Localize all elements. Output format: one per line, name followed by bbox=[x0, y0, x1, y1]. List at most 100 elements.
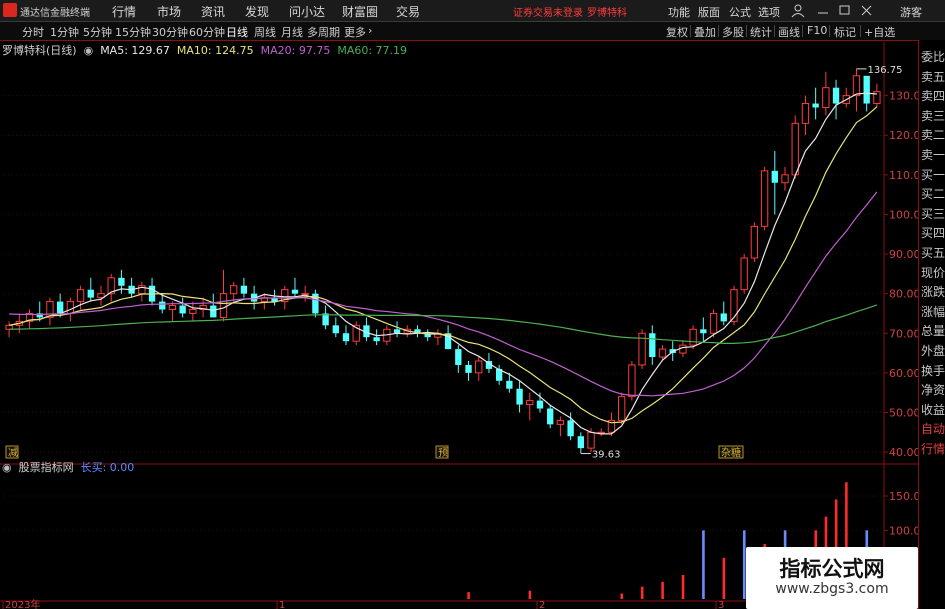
current-stock-name[interactable]: 罗博特科 bbox=[587, 4, 627, 19]
menu-news[interactable]: 资讯 bbox=[201, 3, 225, 20]
candle-body-up bbox=[801, 103, 810, 124]
side-panel-item[interactable]: 收益 bbox=[921, 401, 945, 418]
candle-body-up bbox=[658, 348, 667, 358]
menu-function[interactable]: 功能 bbox=[668, 4, 690, 20]
candle-body-down bbox=[832, 87, 840, 104]
menu-options[interactable]: 选项 bbox=[758, 4, 780, 20]
price-tick-label: 120.00 bbox=[889, 129, 918, 142]
period-multi[interactable]: 多周期 bbox=[307, 24, 340, 40]
menu-market[interactable]: 市场 bbox=[157, 3, 181, 20]
chart-info-line: 罗博特科(日线) ◉ MA5: 129.67 MA10: 124.75 MA20… bbox=[2, 42, 407, 58]
stock-period-label[interactable]: 罗博特科(日线) bbox=[2, 44, 77, 57]
divider bbox=[802, 25, 803, 37]
side-panel-item[interactable]: 买二 bbox=[921, 185, 945, 202]
kline-chart[interactable]: 40.00 50.00 60.00 70.00 80.00 90.00 100.00 110.… bbox=[0, 42, 918, 609]
watermark-badge: 指标公式网 www.zbgs3.com bbox=[746, 547, 918, 609]
period-toolbar: 分时 1分钟 5分钟 15分钟 30分钟 60分钟 日线 周线 月线 多周期 更… bbox=[0, 22, 945, 41]
side-panel-item[interactable]: 卖三 bbox=[921, 107, 945, 124]
indicator-name[interactable]: 股票指标网 bbox=[19, 461, 74, 474]
side-panel-item[interactable]: 现价 bbox=[921, 264, 945, 281]
divider bbox=[860, 25, 861, 37]
candle-body-down bbox=[87, 289, 94, 298]
close-icon[interactable] bbox=[861, 5, 872, 16]
divider bbox=[690, 25, 691, 37]
chevron-right-icon[interactable]: › bbox=[368, 24, 372, 37]
side-panel-item[interactable]: 净资 bbox=[921, 381, 945, 398]
side-panel-item[interactable]: 买三 bbox=[921, 205, 945, 222]
side-panel-item[interactable]: 买四 bbox=[921, 224, 945, 241]
side-panel-item[interactable]: 卖五 bbox=[921, 68, 945, 85]
indicator-axis: 100.00 150.00 bbox=[884, 490, 918, 537]
period-monthly[interactable]: 月线 bbox=[281, 24, 303, 40]
ma20-label: MA20: 97.75 bbox=[260, 44, 331, 57]
menu-trade[interactable]: 交易 bbox=[396, 3, 420, 20]
maximize-icon[interactable] bbox=[839, 5, 850, 15]
side-panel-item[interactable]: 卖四 bbox=[921, 87, 945, 104]
side-panel-item[interactable]: 涨幅 bbox=[921, 303, 945, 320]
candle-body-down bbox=[373, 337, 380, 342]
period-60min[interactable]: 60分钟 bbox=[189, 24, 225, 40]
tool-draw-line[interactable]: 画线 bbox=[778, 24, 800, 40]
candle-body-up bbox=[526, 400, 534, 406]
tool-adjust[interactable]: 复权 bbox=[666, 24, 688, 40]
side-panel-item[interactable]: 卖一 bbox=[921, 146, 945, 163]
indicator-tick-label: 150.00 bbox=[889, 490, 918, 503]
period-1min[interactable]: 1分钟 bbox=[50, 24, 79, 40]
period-weekly[interactable]: 周线 bbox=[254, 24, 276, 40]
tool-add-watchlist[interactable]: +自选 bbox=[864, 24, 895, 40]
high-price-label: 136.75 bbox=[867, 65, 902, 76]
side-panel-item[interactable]: 涨跌 bbox=[921, 283, 945, 300]
candle-body-up bbox=[189, 308, 197, 314]
side-panel-item[interactable]: 行情 bbox=[921, 440, 945, 457]
ma60-label: MA60: 77.19 bbox=[337, 44, 408, 57]
settings-icon[interactable]: ◉ bbox=[2, 461, 15, 474]
menu-layout[interactable]: 版面 bbox=[698, 4, 720, 20]
period-30min[interactable]: 30分钟 bbox=[152, 24, 188, 40]
candle-body-down bbox=[455, 349, 462, 365]
menu-discover[interactable]: 发现 bbox=[245, 3, 269, 20]
period-5min[interactable]: 5分钟 bbox=[83, 24, 112, 40]
side-panel-item[interactable]: 买一 bbox=[921, 166, 945, 183]
menu-market-quotes[interactable]: 行情 bbox=[112, 3, 136, 20]
tool-multi-stock[interactable]: 多股 bbox=[722, 24, 744, 40]
event-marker-text: 减 bbox=[8, 447, 18, 459]
price-tick-label: 70.00 bbox=[889, 327, 918, 340]
period-timeshare[interactable]: 分时 bbox=[22, 24, 44, 40]
indicator-tick-label: 100.00 bbox=[889, 524, 918, 537]
menu-formula[interactable]: 公式 bbox=[729, 4, 751, 20]
side-panel-item[interactable]: 自动 bbox=[921, 420, 945, 437]
side-panel-item[interactable]: 外盘 bbox=[921, 342, 945, 359]
price-tick-label: 50.00 bbox=[889, 406, 918, 419]
side-panel-item[interactable]: 总量 bbox=[921, 322, 945, 339]
period-daily[interactable]: 日线 bbox=[226, 24, 248, 40]
side-panel-item[interactable]: 委比 bbox=[921, 48, 945, 65]
settings-icon[interactable]: ◉ bbox=[80, 44, 97, 57]
date-label: 2023年 bbox=[5, 598, 40, 609]
tool-statistics[interactable]: 统计 bbox=[750, 24, 772, 40]
menu-wealth-circle[interactable]: 财富圈 bbox=[342, 3, 378, 20]
window-controls bbox=[791, 4, 872, 18]
side-panel-item[interactable]: 换手 bbox=[921, 362, 945, 379]
candle-body-up bbox=[679, 344, 687, 354]
tool-overlay[interactable]: 叠加 bbox=[694, 24, 716, 40]
tool-f10[interactable]: F10 bbox=[807, 24, 827, 37]
user-icon[interactable] bbox=[791, 4, 805, 18]
side-panel-item[interactable]: 买五 bbox=[921, 244, 945, 261]
indicator-bar bbox=[681, 574, 685, 599]
period-more[interactable]: 更多 bbox=[344, 24, 366, 40]
top-menu-bar: 通达信金融终端 行情 市场 资讯 发现 问小达 财富圈 交易 证券交易未登录 罗… bbox=[0, 0, 945, 22]
tool-mark[interactable]: 标记 bbox=[834, 24, 856, 40]
candle-body-down bbox=[812, 103, 819, 108]
candle-body-down bbox=[465, 364, 472, 373]
side-panel-item[interactable]: 卖二 bbox=[921, 126, 945, 143]
price-tick-label: 130.00 bbox=[889, 90, 918, 103]
price-tick-label: 80.00 bbox=[889, 288, 918, 301]
guest-user-label[interactable]: 游客 bbox=[900, 4, 922, 20]
period-15min[interactable]: 15分钟 bbox=[115, 24, 151, 40]
trade-login-notice[interactable]: 证券交易未登录 bbox=[513, 4, 583, 19]
candle-body-down bbox=[332, 325, 339, 334]
ma10-label: MA10: 124.75 bbox=[176, 44, 254, 57]
menu-ask[interactable]: 问小达 bbox=[289, 3, 325, 20]
candle-body-down bbox=[179, 305, 186, 314]
indicator-bar bbox=[661, 581, 664, 599]
